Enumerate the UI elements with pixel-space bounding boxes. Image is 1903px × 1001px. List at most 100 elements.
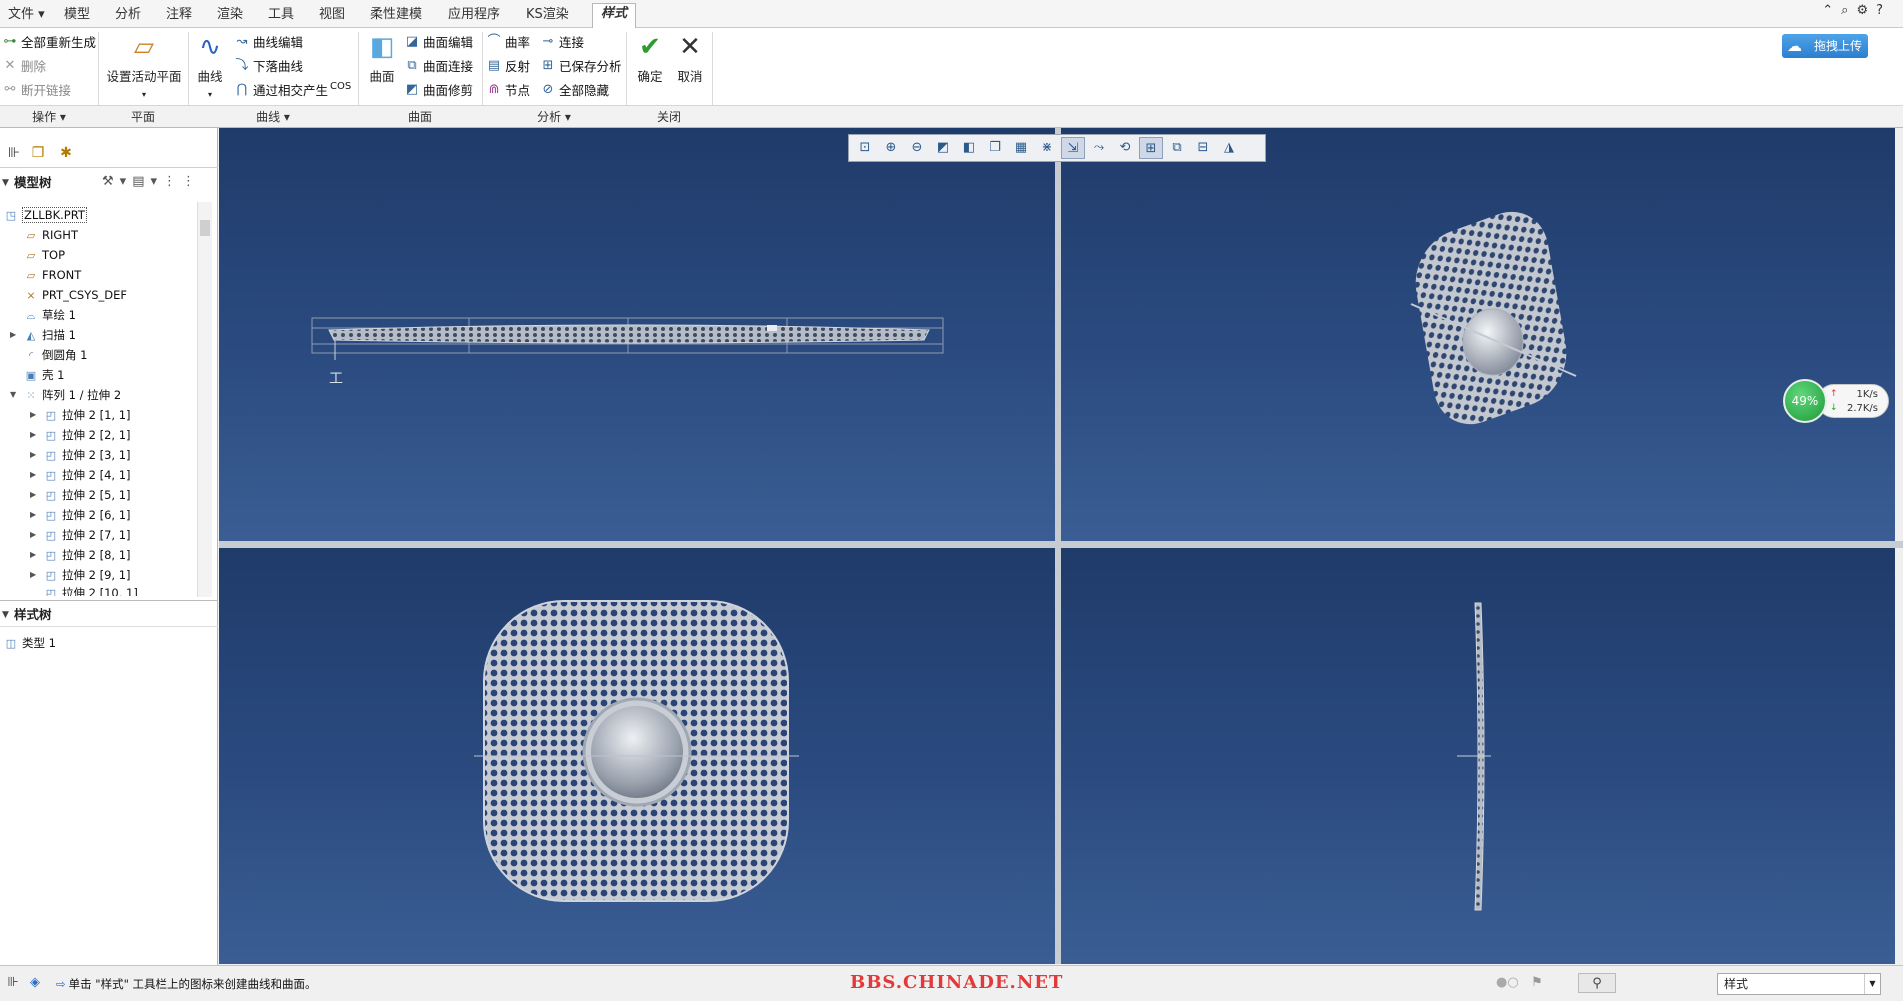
spin-center-icon[interactable]: ⟲ [1113,137,1137,159]
tree-item-extrude[interactable]: ▶ ◰ 拉伸 2 [2, 1] [30,426,131,444]
tree-item-extrude[interactable]: ▶ ◰ 拉伸 2 [7, 1] [30,526,131,544]
tree-settings-icon[interactable]: ⚒▾ [102,174,132,189]
navigator-toggle-icon[interactable]: ⊪ [2,973,24,993]
tree-item-front[interactable]: ▱ FRONT [24,266,82,284]
browser-toggle-icon[interactable]: ◈ [24,973,46,993]
view-manager-icon[interactable]: ▦ [1009,137,1033,159]
tree-item-shell[interactable]: ▣ 壳 1 [24,366,65,384]
menu-ks-render[interactable]: KS渲染 [518,5,577,25]
group-label-analysis[interactable]: 分析 ▾ [482,108,626,125]
ok-button[interactable]: ✔ 确定 [630,32,670,85]
curvature-button[interactable]: ⌒ 曲率 [486,32,530,51]
tree-item-round[interactable]: ◜ 倒圆角 1 [24,346,88,364]
folder-tab-icon[interactable]: ❐ [26,142,50,164]
expand-icon[interactable]: ▶ [30,406,40,424]
tree-item-extrude[interactable]: ▶ ◰ 拉伸 2 [4, 1] [30,466,131,484]
tree-item-pattern[interactable]: ▼ ⁙ 阵列 1 / 拉伸 2 [10,386,121,404]
tree-tab-icon[interactable]: ⊪ [2,142,26,164]
menu-tools[interactable]: 工具 [260,5,302,25]
menu-applications[interactable]: 应用程序 [440,5,508,25]
group-label-curves[interactable]: 曲线 ▾ [188,108,358,125]
tree-item-csys[interactable]: ⨯ PRT_CSYS_DEF [24,286,127,304]
tree-item-extrude[interactable]: ▶◰拉伸 2 [10, 1] [44,584,138,596]
menu-flexible-modeling[interactable]: 柔性建模 [362,5,430,25]
surface-edit-button[interactable]: ◪ 曲面编辑 [404,32,473,51]
expand-icon[interactable]: ▶ [30,526,40,544]
expand-icon[interactable]: ▶ [30,466,40,484]
refit-icon[interactable]: ⊡ [853,137,877,159]
hide-all-button[interactable]: ⊘ 全部隐藏 [540,80,609,99]
drop-curve-button[interactable]: ⤵ 下落曲线 [234,56,303,75]
surface-trim-button[interactable]: ◩ 曲面修剪 [404,80,473,99]
search-icon[interactable]: ⌕ [1841,3,1856,18]
tree-item-extrude[interactable]: ▶ ◰ 拉伸 2 [3, 1] [30,446,131,464]
help-icon[interactable]: ? [1876,3,1891,18]
menu-annotate[interactable]: 注释 [158,5,200,25]
curve-display-icon[interactable]: ⤳ [1087,137,1111,159]
datum-display-icon[interactable]: ⋇ [1035,137,1059,159]
delete-button[interactable]: ✕ 删除 [2,56,46,75]
selection-filter-select[interactable]: 样式 ▼ [1717,973,1881,995]
settings-icon[interactable]: ⚙ [1856,3,1876,18]
break-link-button[interactable]: ⚯ 断开链接 [2,80,71,99]
tree-item-extrude[interactable]: ▶ ◰ 拉伸 2 [5, 1] [30,486,131,504]
zoom-out-icon[interactable]: ⊖ [905,137,929,159]
active-plane-icon[interactable]: ⧉ [1165,137,1189,159]
menu-analysis[interactable]: 分析 [107,5,149,25]
expand-icon[interactable]: ▶ [30,486,40,504]
grid-display-icon[interactable]: ⊟ [1191,137,1215,159]
tree-item-sketch[interactable]: ⌓ 草绘 1 [24,306,76,324]
style-tree-item[interactable]: ◫ 类型 1 [4,634,56,652]
tree-item-right[interactable]: ▱ RIGHT [24,226,78,244]
drag-upload-button[interactable]: ☁ 拖拽上传 [1782,34,1868,58]
viewport-top-right[interactable] [1061,128,1895,541]
curve-edit-button[interactable]: ↝ 曲线编辑 [234,32,303,51]
group-label-ops[interactable]: 操作 ▾ [0,108,98,125]
saved-analysis-button[interactable]: ⊞ 已保存分析 [540,56,622,75]
find-icon[interactable]: ⚲ [1578,973,1616,993]
menu-model[interactable]: 模型 [56,5,98,25]
expand-icon[interactable]: ▶ [30,506,40,524]
curve-button[interactable]: ∿ 曲线 ▾ [190,32,230,100]
cos-button[interactable]: COS [330,81,351,92]
tree-item-sweep[interactable]: ▶ ◭ 扫描 1 [10,326,76,344]
tree-item-part[interactable]: ◳ ZLLBK.PRT [4,206,87,224]
expand-icon[interactable]: ▶ [10,326,20,344]
expand-icon[interactable]: ▶ [30,446,40,464]
node-button[interactable]: ⋒ 节点 [486,80,530,99]
set-active-plane-button[interactable]: ▱ 设置活动平面 ▾ [104,32,184,100]
regenerate-all-button[interactable]: ⊶ 全部重新生成 [2,32,97,51]
tree-filter-icon[interactable]: ⋮⋮ [163,174,201,189]
reflect-display-icon[interactable]: ◮ [1217,137,1241,159]
collapse-icon[interactable]: ▼ [10,386,20,404]
repaint-icon[interactable]: ◩ [931,137,955,159]
connect-analysis-button[interactable]: ⊸ 连接 [540,32,584,51]
four-views-icon[interactable]: ⊞ [1139,137,1163,159]
tree-item-extrude[interactable]: ▶ ◰ 拉伸 2 [8, 1] [30,546,131,564]
viewport-bottom-left[interactable] [219,548,1055,964]
viewport-top-left[interactable]: 工 [219,128,1055,541]
intersect-curve-button[interactable]: ⋂ 通过相交产生 [234,80,328,99]
tab-style[interactable]: 样式 [592,3,637,28]
favorites-tab-icon[interactable]: ✱ [54,142,78,164]
network-widget[interactable]: ↑ ↓ 1K/s 2.7K/s 49% [1783,379,1891,423]
tree-item-top[interactable]: ▱ TOP [24,246,65,264]
zoom-in-icon[interactable]: ⊕ [879,137,903,159]
saved-views-icon[interactable]: ❐ [983,137,1007,159]
tree-scrollbar[interactable] [197,202,212,597]
scroll-thumb[interactable] [200,220,210,236]
tree-item-extrude[interactable]: ▶ ◰ 拉伸 2 [6, 1] [30,506,131,524]
surface-button[interactable]: ◧ 曲面 [362,32,402,85]
expand-icon[interactable]: ▶ [30,566,40,584]
style-display-icon[interactable]: ⇲ [1061,137,1085,159]
style-tree-header[interactable]: 样式树 [0,604,218,626]
viewport-bottom-right[interactable] [1061,548,1895,964]
menu-render[interactable]: 渲染 [209,5,251,25]
tree-columns-icon[interactable]: ▤▾ [132,174,163,189]
menu-view[interactable]: 视图 [311,5,353,25]
tree-item-extrude[interactable]: ▶ ◰ 拉伸 2 [9, 1] [30,566,131,584]
display-style-icon[interactable]: ◧ [957,137,981,159]
tree-item-extrude[interactable]: ▶ ◰ 拉伸 2 [1, 1] [30,406,131,424]
viewport-divider[interactable] [219,541,1903,548]
collapse-ribbon-icon[interactable]: ⌃ [1822,3,1841,18]
